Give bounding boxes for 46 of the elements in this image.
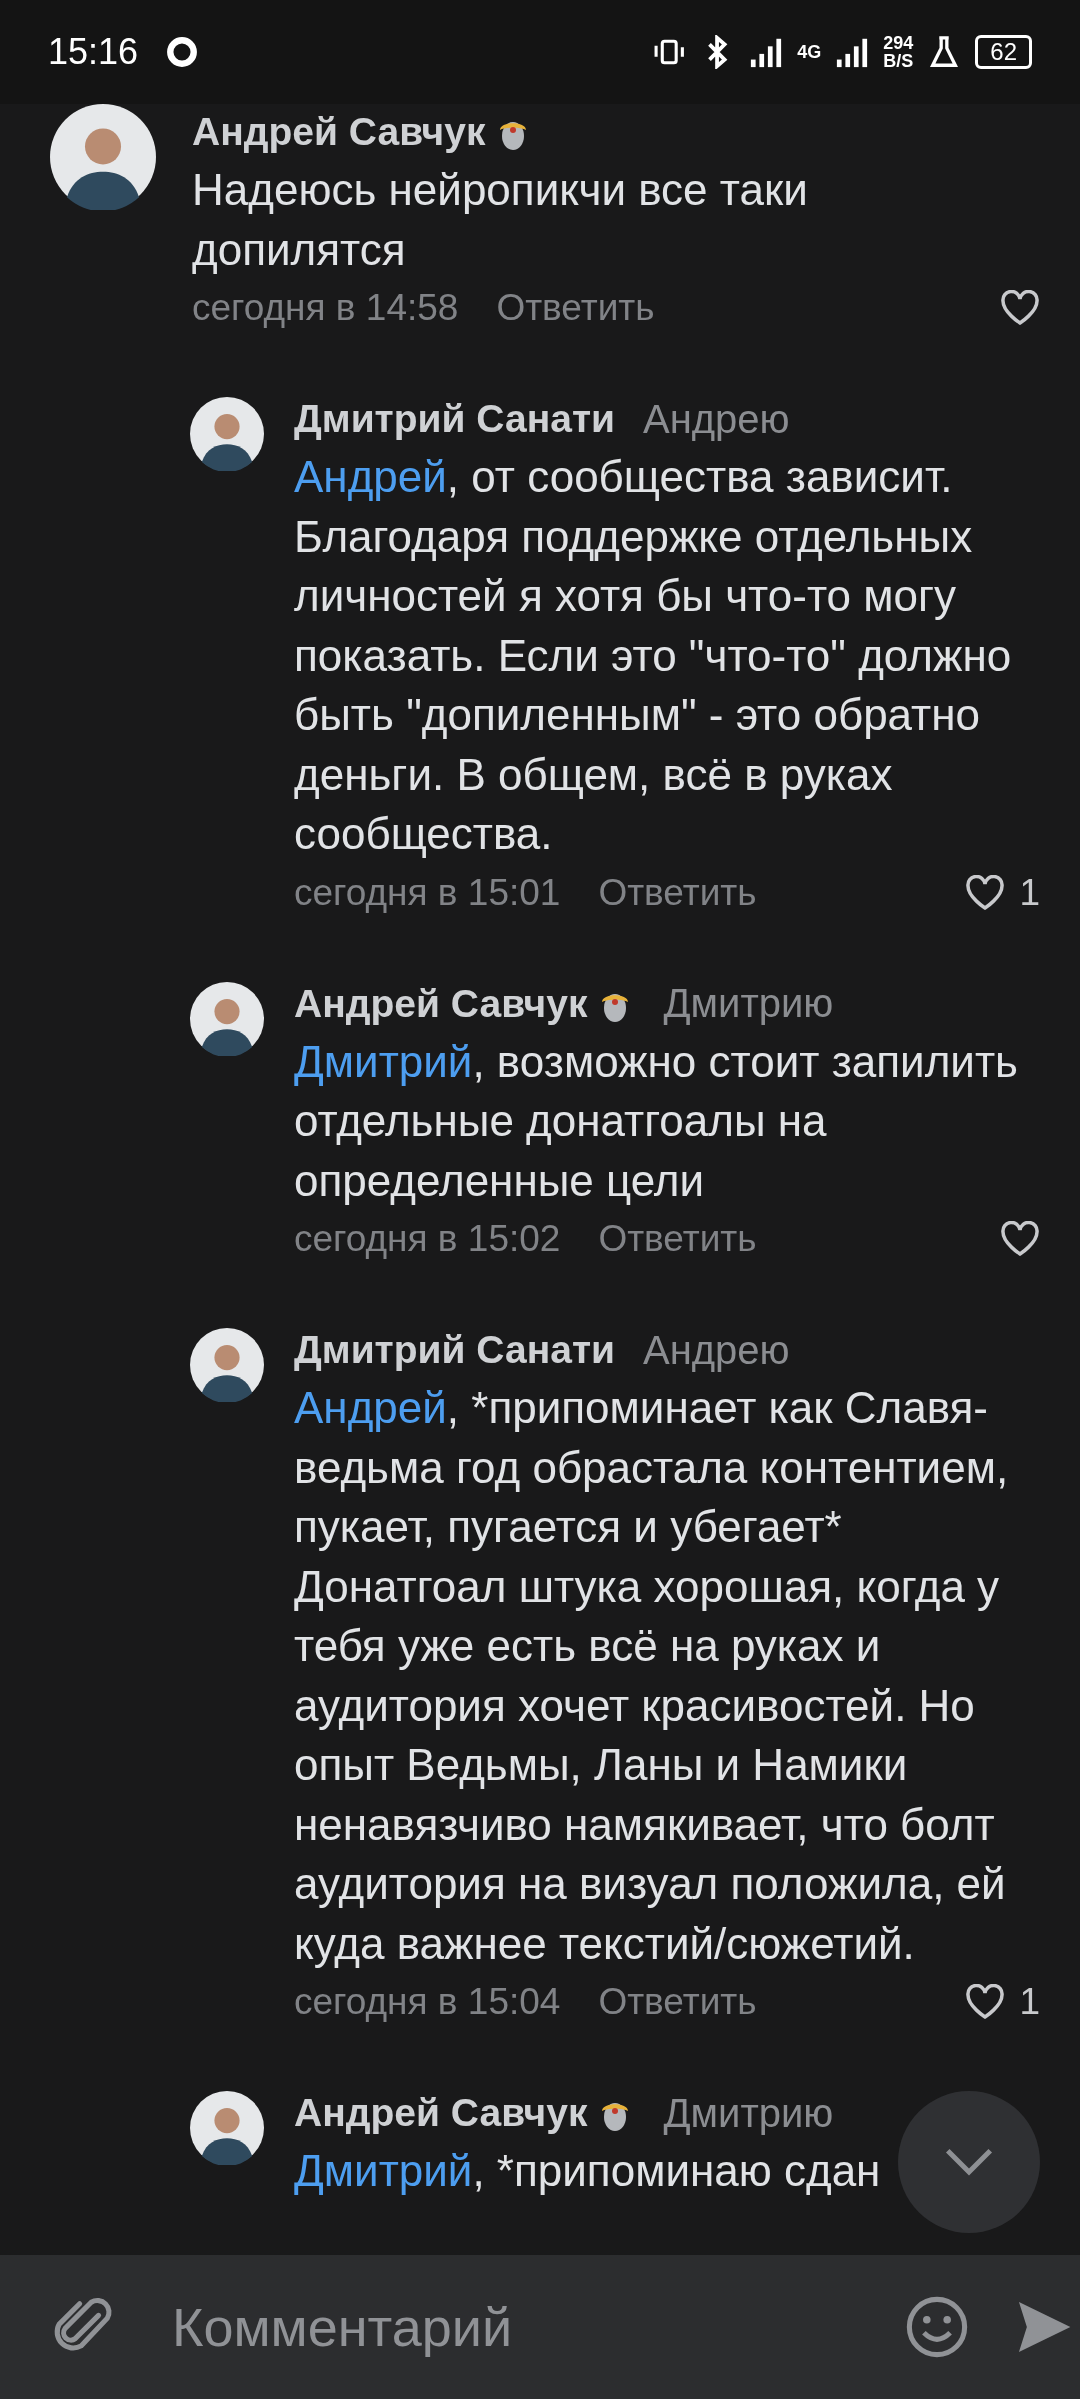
comment-time: сегодня в 14:58 <box>192 287 459 329</box>
battery-indicator: 62 <box>975 35 1032 69</box>
avatar-icon[interactable] <box>190 981 264 1056</box>
mention-link[interactable]: Дмитрий <box>294 2146 473 2195</box>
like-icon[interactable] <box>1000 290 1040 326</box>
author-name[interactable]: Дмитрий Санати <box>294 1328 615 1372</box>
like-icon[interactable] <box>965 874 1006 911</box>
avatar-icon[interactable] <box>50 104 156 210</box>
reply-button[interactable]: Ответить <box>598 1981 757 2023</box>
avatar-icon[interactable] <box>190 397 264 471</box>
author-name[interactable]: Дмитрий Санати <box>294 397 615 441</box>
author-name[interactable]: Андрей Савчук <box>294 2091 588 2135</box>
mention-link[interactable]: Дмитрий <box>294 1036 473 1086</box>
notification-icon <box>166 36 199 68</box>
like-icon[interactable] <box>1000 1221 1040 1257</box>
emoji-icon[interactable] <box>905 2295 969 2359</box>
comment-text: Андрей, *припоминает как Славя-ведьма год обрастала контентием, пукает, пугается и убегает* Донатгоал штука хорошая, когда у тебя уже есть всё на руках и аудитория хочет красивостей. Но опыт Ведьмы, Ланы и Намики ненавязчиво намякивает, что болт аудитория на визуал положила, ей куда важнее текстий/сюжетий. <box>294 1382 1010 1970</box>
author-name[interactable]: Андрей Савчук <box>192 110 486 154</box>
reply-to-name[interactable]: Дмитрию <box>663 981 834 1026</box>
like-icon[interactable] <box>965 1984 1006 2020</box>
reply-to-name[interactable]: Андрею <box>643 1327 790 1373</box>
network-type: 4G <box>797 41 822 63</box>
avatar-icon[interactable] <box>190 1328 264 1402</box>
comment-time: сегодня в 15:01 <box>294 871 561 914</box>
comment-time: сегодня в 15:04 <box>294 1981 561 2023</box>
comment-time: сегодня в 15:02 <box>294 1218 561 1260</box>
like-count: 1 <box>1019 871 1040 914</box>
speed-unit: B/S <box>883 52 914 70</box>
clock: 15:16 <box>48 31 139 73</box>
comment-bar[interactable]: Комментарий <box>0 2255 1080 2399</box>
mention-link[interactable]: Андрей <box>294 1383 447 1432</box>
reply-to-name[interactable]: Дмитрию <box>663 2090 834 2136</box>
mention-link[interactable]: Андрей <box>294 452 447 501</box>
comment-text: Андрей, от сообщества зависит. Благодаря поддержке отдельных личностей я хотя бы что-то могу показать. Если это "что-то" должно быть "допиленным" - это обратно деньги. В общем, всё в руках сообщества. <box>294 451 1013 860</box>
reply-button[interactable]: Ответить <box>598 871 757 914</box>
speed-value: 294 <box>883 34 914 52</box>
comment-input[interactable]: Комментарий <box>152 2295 869 2359</box>
reply-button[interactable]: Ответить <box>496 287 655 329</box>
like-count: 1 <box>1019 1981 1040 2023</box>
avatar-icon[interactable] <box>190 2091 264 2165</box>
author-name[interactable]: Андрей Савчук <box>294 981 588 1026</box>
chevron-down-icon <box>944 2147 994 2177</box>
reply-button[interactable]: Ответить <box>598 1218 757 1260</box>
comment-text: Надеюсь нейропикчи все таки допилятся <box>192 164 809 276</box>
reply-to-name[interactable]: Андрею <box>643 396 790 442</box>
comment-text: Дмитрий, возможно стоит запилить отдельные донатгоалы на определенные цели <box>294 1035 1019 1207</box>
